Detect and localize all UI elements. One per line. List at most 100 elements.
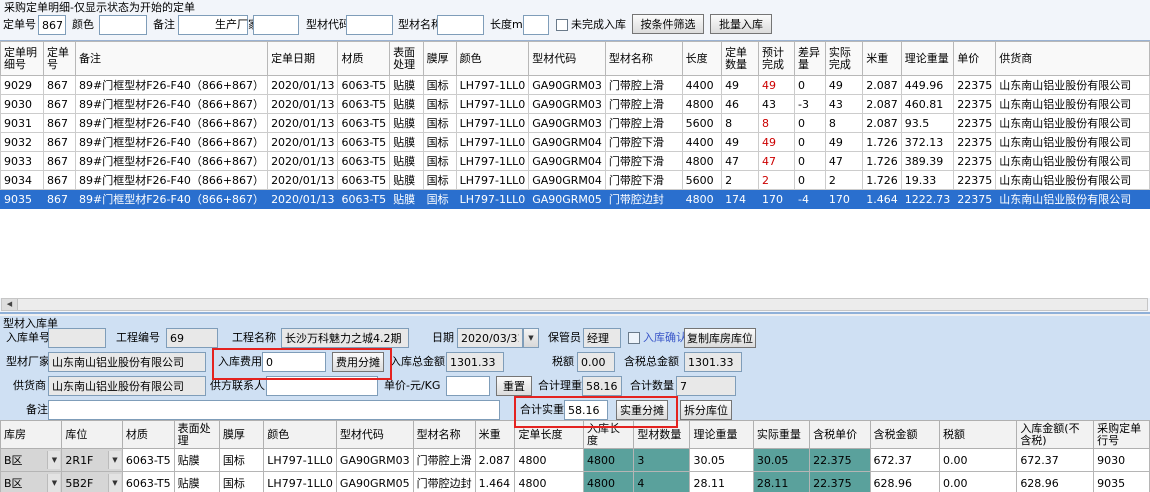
fee-allocate-button[interactable]: 费用分摊 <box>332 352 384 372</box>
split-location-button[interactable]: 拆分库位 <box>680 400 732 420</box>
cell[interactable]: 门带腔上滑 <box>605 76 682 95</box>
cell[interactable]: 4800 <box>515 449 584 472</box>
cell[interactable]: 93.5 <box>901 114 954 133</box>
cell[interactable]: 9033 <box>1 152 44 171</box>
cell[interactable]: 1.726 <box>863 133 902 152</box>
cell[interactable]: 9034 <box>1 171 44 190</box>
cell[interactable]: 89#门框型材F26-F40（866+867） <box>76 152 268 171</box>
cell[interactable]: 2.087 <box>863 76 902 95</box>
column-header[interactable]: 表面处理 <box>390 42 423 76</box>
total-actual-weight-input[interactable] <box>564 400 608 420</box>
cell[interactable]: 贴膜 <box>390 171 423 190</box>
cell[interactable]: 门带腔边封 <box>413 472 475 492</box>
cell[interactable]: GA90GRM04 <box>529 152 606 171</box>
cell[interactable]: 门带腔上滑 <box>605 114 682 133</box>
cell[interactable]: 5600 <box>682 114 721 133</box>
cell[interactable]: 628.96 <box>870 472 940 492</box>
cell[interactable]: 国标 <box>219 449 263 472</box>
cell[interactable]: 30.05 <box>753 449 809 472</box>
column-header[interactable]: 膜厚 <box>423 42 456 76</box>
cell[interactable]: 1.464 <box>863 190 902 209</box>
cell[interactable]: 49 <box>758 133 794 152</box>
cell[interactable]: 28.11 <box>690 472 753 492</box>
cell[interactable]: 4800 <box>584 472 634 492</box>
date-input[interactable] <box>457 328 523 348</box>
cell[interactable]: 0 <box>794 152 825 171</box>
column-header[interactable]: 型材名称 <box>605 42 682 76</box>
column-header[interactable]: 型材名称 <box>413 421 475 449</box>
inbound-total-input[interactable] <box>446 352 504 372</box>
cell[interactable]: 867 <box>44 171 76 190</box>
cell[interactable]: 2020/01/13 <box>268 76 338 95</box>
cell[interactable]: 9030 <box>1094 449 1150 472</box>
cell[interactable]: 867 <box>44 95 76 114</box>
cell[interactable]: 国标 <box>423 171 456 190</box>
cell[interactable]: 8 <box>758 114 794 133</box>
cell[interactable]: 6063-T5 <box>338 95 390 114</box>
taxed-total-input[interactable] <box>684 352 742 372</box>
cell[interactable]: 174 <box>722 190 759 209</box>
cell[interactable]: 5600 <box>682 171 721 190</box>
cell[interactable]: 867 <box>44 114 76 133</box>
cell[interactable]: GA90GRM03 <box>336 449 413 472</box>
cell[interactable]: 9035 <box>1 190 44 209</box>
column-header[interactable]: 入库长度 <box>584 421 634 449</box>
cell[interactable]: -4 <box>794 190 825 209</box>
column-header[interactable]: 实际完成 <box>825 42 862 76</box>
table-row[interactable]: 903186789#门框型材F26-F40（866+867）2020/01/13… <box>1 114 1150 133</box>
cell[interactable]: 山东南山铝业股份有限公司 <box>996 171 1150 190</box>
cell[interactable]: 国标 <box>423 114 456 133</box>
cell[interactable]: 贴膜 <box>390 190 423 209</box>
cell[interactable]: B区▼ <box>1 472 62 492</box>
cell[interactable]: GA90GRM03 <box>529 76 606 95</box>
total-theoretical-weight-input[interactable] <box>582 376 622 396</box>
cell[interactable]: 4 <box>634 472 690 492</box>
cell[interactable]: 47 <box>758 152 794 171</box>
cell[interactable]: 2 <box>722 171 759 190</box>
cell[interactable]: 9029 <box>1 76 44 95</box>
project-name-input[interactable] <box>281 328 409 348</box>
cell[interactable]: 贴膜 <box>174 449 219 472</box>
actual-weight-allocate-button[interactable]: 实重分摊 <box>616 400 668 420</box>
column-header[interactable]: 含税单价 <box>810 421 870 449</box>
column-header[interactable]: 含税金额 <box>870 421 940 449</box>
cell[interactable]: 门带腔边封 <box>605 190 682 209</box>
cell[interactable]: 山东南山铝业股份有限公司 <box>996 95 1150 114</box>
cell[interactable]: 6063-T5 <box>338 152 390 171</box>
cell[interactable]: 2020/01/13 <box>268 95 338 114</box>
column-header[interactable]: 入库金额(不含税) <box>1017 421 1094 449</box>
cell[interactable]: GA90GRM05 <box>336 472 413 492</box>
cell[interactable]: 2020/01/13 <box>268 152 338 171</box>
cell[interactable]: LH797-1LL0 <box>456 133 529 152</box>
cell[interactable]: 6063-T5 <box>338 171 390 190</box>
cell[interactable]: 国标 <box>219 472 263 492</box>
cell[interactable]: B区▼ <box>1 449 62 472</box>
cell[interactable]: 867 <box>44 190 76 209</box>
cell[interactable]: 2 <box>825 171 862 190</box>
inbound-confirm-checkbox[interactable] <box>628 332 640 344</box>
cell[interactable]: 门带腔上滑 <box>605 95 682 114</box>
profile-name-filter-input[interactable] <box>437 15 484 35</box>
column-header[interactable]: 定单号 <box>44 42 76 76</box>
cell[interactable]: 国标 <box>423 95 456 114</box>
cell[interactable]: 22.375 <box>810 472 870 492</box>
filter-by-condition-button[interactable]: 按条件筛选 <box>632 14 704 34</box>
cell[interactable]: 47 <box>722 152 759 171</box>
cell[interactable]: GA90GRM03 <box>529 114 606 133</box>
cell[interactable]: 49 <box>758 76 794 95</box>
cell[interactable]: 89#门框型材F26-F40（866+867） <box>76 171 268 190</box>
cell[interactable]: 49 <box>722 76 759 95</box>
cell[interactable]: 9030 <box>1 95 44 114</box>
cell[interactable]: 1.726 <box>863 171 902 190</box>
cell[interactable]: 2R1F▼ <box>62 449 122 472</box>
cell[interactable]: 22.375 <box>810 449 870 472</box>
cell[interactable]: LH797-1LL0 <box>456 190 529 209</box>
cell[interactable]: 43 <box>758 95 794 114</box>
cell[interactable]: 0 <box>794 114 825 133</box>
cell[interactable]: 门带腔下滑 <box>605 133 682 152</box>
cell[interactable]: 2020/01/13 <box>268 114 338 133</box>
cell[interactable]: 22375 <box>954 95 996 114</box>
cell[interactable]: 1.464 <box>475 472 515 492</box>
column-header[interactable]: 材质 <box>338 42 390 76</box>
cell[interactable]: 4800 <box>682 95 721 114</box>
